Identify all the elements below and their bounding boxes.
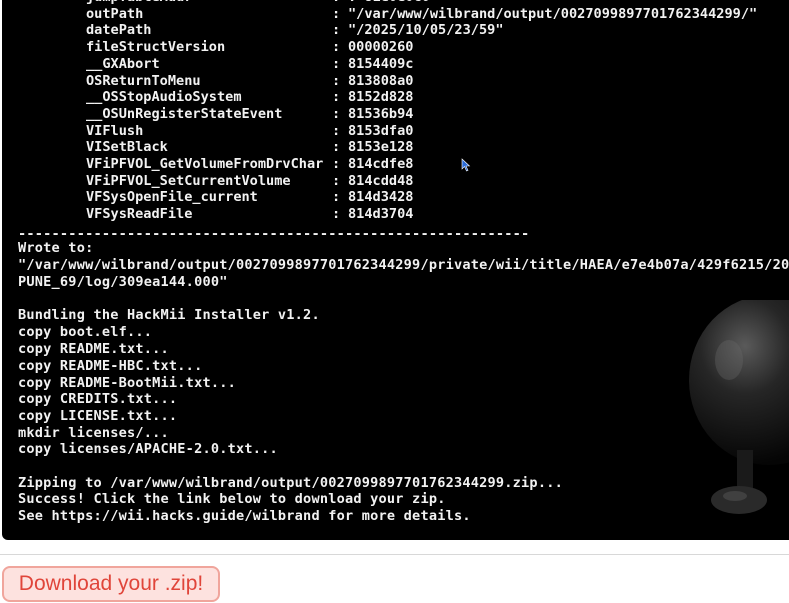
symbol-name: __OSStopAudioSystem — [86, 89, 242, 106]
symbol-colon: : — [332, 139, 341, 156]
symbol-colon: : — [332, 172, 341, 189]
wrote-to-label: Wrote to: — [18, 240, 94, 256]
bomb-mascot-image — [689, 300, 789, 514]
symbol-value: 8153e128 — [348, 139, 414, 156]
download-zip-button[interactable]: Download your .zip! — [2, 566, 220, 602]
wrote-to-path: "/var/www/wilbrand/output/00270998977017… — [18, 257, 789, 273]
symbol-name: VISetBlack — [86, 139, 168, 156]
symbol-colon: : — [332, 39, 341, 56]
symbol-name: VIFlush — [86, 122, 144, 139]
bundle-header: Bundling the HackMii Installer v1.2. — [18, 307, 320, 323]
symbol-colon: : — [332, 89, 341, 106]
zipping-line: Zipping to /var/www/wilbrand/output/0027… — [18, 475, 563, 491]
divider — [0, 554, 789, 555]
symbol-value: "/var/www/wilbrand/output/00270998977017… — [348, 5, 758, 22]
symbol-name: VFSysReadFile — [86, 206, 193, 223]
symbol-colon: : — [332, 55, 341, 72]
mouse-pointer-icon — [461, 158, 471, 172]
symbol-value: 814d3704 — [348, 206, 414, 223]
symbol-value: 00000260 — [348, 39, 414, 56]
terminal-output: jumpTableAddr:: 81e0e0c0outPath:"/var/ww… — [2, 0, 789, 540]
success-line: Success! Click the link below to downloa… — [18, 491, 446, 507]
symbol-colon: : — [332, 122, 341, 139]
symbol-colon: : — [332, 5, 341, 22]
symbol-value: 813808a0 — [348, 72, 414, 89]
separator-line: ----------------------------------------… — [18, 226, 530, 242]
symbol-value: "/2025/10/05/23/59" — [348, 22, 504, 39]
symbol-name: VFSysOpenFile_current — [86, 189, 258, 206]
bundle-line: copy licenses/APACHE-2.0.txt... — [18, 441, 278, 457]
symbol-name: __OSUnRegisterStateEvent — [86, 105, 283, 122]
symbol-colon: : — [332, 72, 341, 89]
bundle-line: copy CREDITS.txt... — [18, 391, 178, 407]
bundle-line: copy LICENSE.txt... — [18, 408, 178, 424]
symbol-name: datePath — [86, 22, 152, 39]
symbol-name: fileStructVersion — [86, 39, 226, 56]
symbol-name: outPath — [86, 5, 144, 22]
wrote-to-path-continued: PUNE_69/log/309ea144.000" — [18, 274, 228, 290]
symbol-name: VFiPFVOL_SetCurrentVolume — [86, 172, 291, 189]
details-line: See https://wii.hacks.guide/wilbrand for… — [18, 508, 471, 524]
symbol-value: 8153dfa0 — [348, 122, 414, 139]
bundle-line: copy README-HBC.txt... — [18, 358, 203, 374]
bundle-line: copy README-BootMii.txt... — [18, 375, 236, 391]
symbol-colon: : — [332, 156, 341, 172]
symbol-value: 814d3428 — [348, 189, 414, 206]
symbol-value: 814cdfe8 — [348, 156, 414, 172]
symbol-value: 8152d828 — [348, 89, 414, 106]
bundle-line: copy README.txt... — [18, 341, 169, 357]
symbol-colon: : — [332, 189, 341, 206]
bundle-line: mkdir licenses/... — [18, 425, 169, 441]
symbol-value: 81536b94 — [348, 105, 414, 122]
symbol-value: 8154409c — [348, 55, 414, 72]
symbol-value: 814cdd48 — [348, 172, 414, 189]
bundle-line: copy boot.elf... — [18, 324, 153, 340]
symbol-colon: : — [332, 22, 341, 39]
symbol-colon: : — [332, 206, 341, 223]
symbol-name: __GXAbort — [86, 55, 160, 72]
symbol-name: VFiPFVOL_GetVolumeFromDrvChar — [86, 156, 324, 172]
symbol-colon: : — [332, 105, 341, 122]
symbol-name: OSReturnToMenu — [86, 72, 201, 89]
